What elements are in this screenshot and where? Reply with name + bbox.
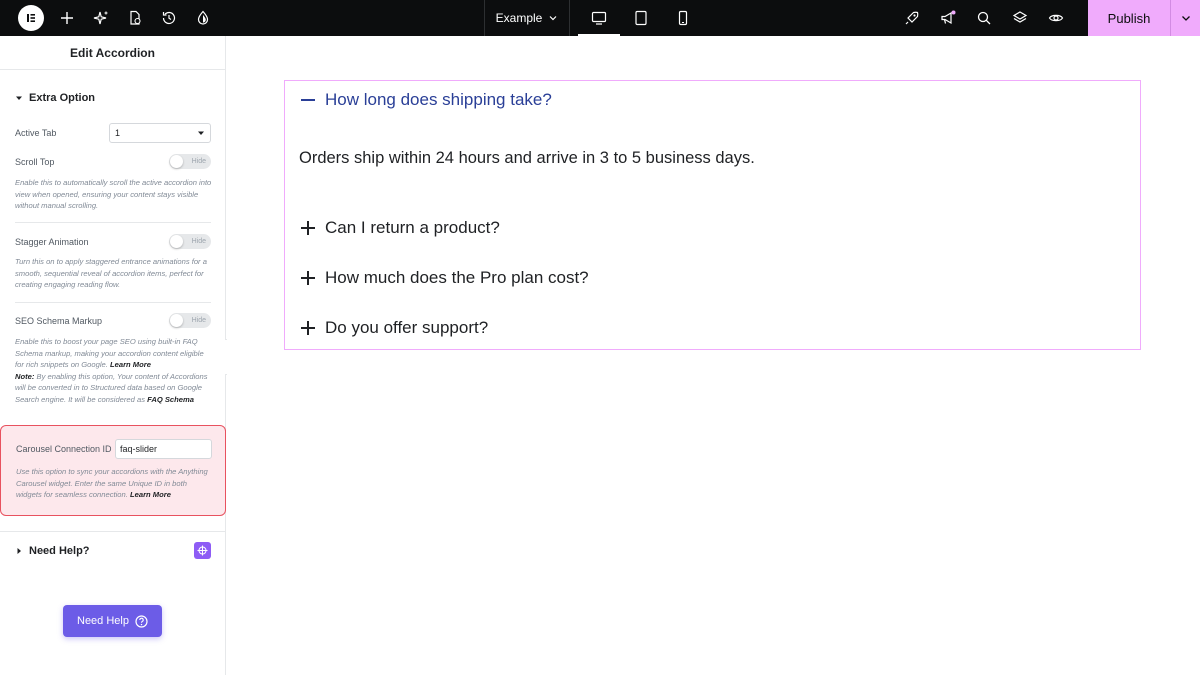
scroll-top-label: Scroll Top — [15, 156, 55, 167]
need-help-title: Need Help? — [29, 544, 90, 557]
seo-row: SEO Schema Markup Hide — [15, 313, 211, 328]
accordion-widget[interactable]: How long does shipping take? Orders ship… — [284, 80, 1141, 350]
need-help-button[interactable]: Need Help — [63, 605, 162, 637]
megaphone-icon[interactable] — [930, 0, 966, 36]
accordion-title: Can I return a product? — [325, 218, 500, 237]
scroll-top-toggle[interactable]: Hide — [169, 154, 211, 169]
seo-toggle[interactable]: Hide — [169, 313, 211, 328]
need-help-section[interactable]: Need Help? — [15, 542, 211, 559]
seo-learn-more-link[interactable]: Learn More — [110, 360, 151, 369]
sparkle-icon[interactable] — [84, 0, 118, 36]
panel-title: Edit Accordion — [0, 36, 225, 70]
accordion-item-2[interactable]: Can I return a product? — [299, 218, 500, 238]
publish-options-button[interactable] — [1170, 0, 1200, 36]
plus-icon — [299, 219, 317, 237]
mobile-icon[interactable] — [662, 0, 704, 36]
top-bar-center: Example — [484, 0, 704, 36]
accordion-content: Orders ship within 24 hours and arrive i… — [299, 149, 755, 167]
plus-icon — [299, 319, 317, 337]
page-settings-icon[interactable] — [118, 0, 152, 36]
carousel-connection-section: Carousel Connection ID faq-slider Use th… — [0, 425, 226, 516]
active-tab-value: 1 — [115, 128, 121, 138]
plus-icon — [299, 269, 317, 287]
section-extra-option[interactable]: Extra Option — [15, 92, 95, 104]
rocket-icon[interactable] — [894, 0, 930, 36]
top-bar-right: Publish — [894, 0, 1200, 36]
divider — [0, 531, 226, 532]
scroll-top-row: Scroll Top Hide — [15, 154, 211, 169]
toggle-text: Hide — [191, 238, 206, 245]
editor-panel: Edit Accordion Extra Option Active Tab 1… — [0, 36, 226, 675]
minus-icon — [299, 91, 317, 109]
divider — [15, 302, 211, 303]
caret-right-icon — [17, 547, 21, 554]
carousel-label: Carousel Connection ID — [16, 444, 112, 454]
eye-icon[interactable] — [1038, 0, 1074, 36]
accordion-item-4[interactable]: Do you offer support? — [299, 318, 488, 338]
question-icon — [135, 614, 148, 628]
tablet-icon[interactable] — [620, 0, 662, 36]
need-help-button-label: Need Help — [77, 615, 129, 627]
page-name: Example — [495, 11, 543, 25]
stagger-description: Turn this on to apply staggered entrance… — [15, 257, 207, 289]
carousel-desc-text: Use this option to sync your accordions … — [16, 467, 208, 499]
editor-canvas: How long does shipping take? Orders ship… — [227, 36, 1200, 675]
chevron-down-icon — [1181, 16, 1190, 21]
seo-note-label: Note: — [15, 371, 35, 381]
page-select[interactable]: Example — [484, 0, 570, 36]
seo-label: SEO Schema Markup — [15, 315, 103, 326]
carousel-learn-more-link[interactable]: Learn More — [130, 490, 171, 499]
desktop-icon[interactable] — [578, 0, 620, 36]
top-bar-left — [0, 0, 220, 36]
divider — [15, 222, 211, 223]
carousel-row: Carousel Connection ID faq-slider — [16, 439, 212, 459]
accordion-title: Do you offer support? — [325, 318, 489, 337]
active-tab-label: Active Tab — [15, 128, 57, 138]
caret-down-icon — [198, 131, 204, 135]
search-icon[interactable] — [966, 0, 1002, 36]
accordion-item-3[interactable]: How much does the Pro plan cost? — [299, 268, 589, 288]
stagger-label: Stagger Animation — [15, 236, 89, 247]
accordion-title: How much does the Pro plan cost? — [325, 268, 589, 287]
carousel-description: Use this option to sync your accordions … — [16, 466, 214, 501]
section-title: Extra Option — [29, 92, 96, 104]
carousel-id-input[interactable]: faq-slider — [115, 439, 212, 459]
active-tab-select[interactable]: 1 — [109, 123, 211, 143]
faq-schema-link[interactable]: FAQ Schema — [147, 395, 194, 404]
top-bar: Example Publish — [0, 0, 1200, 36]
plugin-icon — [194, 542, 211, 559]
caret-down-icon — [16, 96, 22, 100]
theme-style-icon[interactable] — [186, 0, 220, 36]
publish-button[interactable]: Publish — [1088, 0, 1170, 36]
scroll-top-description: Enable this to automatically scroll the … — [15, 178, 212, 210]
toggle-text: Hide — [191, 317, 206, 324]
stagger-toggle[interactable]: Hide — [169, 234, 211, 249]
chevron-down-icon — [549, 16, 557, 21]
seo-description: Enable this to boost your page SEO using… — [15, 336, 213, 405]
accordion-item-1[interactable]: How long does shipping take? — [299, 90, 552, 110]
accordion-title: How long does shipping take? — [325, 90, 552, 109]
toggle-text: Hide — [191, 158, 206, 165]
elementor-logo-icon[interactable] — [18, 5, 44, 31]
plus-icon[interactable] — [50, 0, 84, 36]
layers-icon[interactable] — [1002, 0, 1038, 36]
active-tab-row: Active Tab 1 — [15, 123, 211, 143]
stagger-row: Stagger Animation Hide — [15, 234, 211, 249]
history-icon[interactable] — [152, 0, 186, 36]
